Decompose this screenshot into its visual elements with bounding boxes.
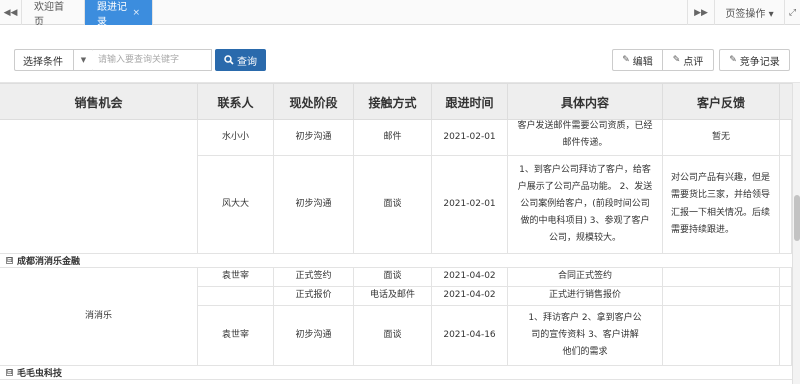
edit-button[interactable]: ✎ 编辑 [612, 49, 663, 71]
filler-cell [780, 268, 792, 287]
contact-cell: 风大大 [198, 156, 274, 254]
tab-prev-button[interactable]: ◀◀ [0, 0, 22, 25]
header-stage[interactable]: 现处阶段 [274, 84, 354, 120]
header-method[interactable]: 接触方式 [354, 84, 432, 120]
method-cell: 面谈 [354, 306, 432, 366]
tab-welcome-label: 欢迎首页 [34, 1, 64, 28]
competitor-record-button-label: 竞争记录 [739, 56, 780, 68]
tab-followup-label: 跟进记录 [97, 1, 127, 28]
chevron-down-icon[interactable]: ▼ [73, 50, 93, 70]
tab-bar: ◀◀ 欢迎首页 跟进记录 × ▶▶ 页签操作 ▾ ⤢ [0, 0, 800, 28]
tab-followup[interactable]: 跟进记录 × [85, 0, 153, 28]
group-title: 毛毛虫科技 [17, 369, 63, 379]
method-cell: 邮件 [354, 120, 432, 156]
method-cell: 面谈 [354, 268, 432, 287]
stage-cell: 正式签约 [274, 268, 354, 287]
scrollbar-thumb[interactable] [794, 195, 800, 241]
table-body: 水小小 初步沟通 邮件 2021-02-01 客户发送邮件需要公司资质，已经邮件… [0, 120, 792, 384]
contact-cell: 袁世宰 [198, 306, 274, 366]
time-cell: 2021-04-02 [432, 268, 508, 287]
search-input[interactable] [93, 49, 212, 71]
filler-cell [780, 306, 792, 366]
opportunity-cell: 消消乐 [0, 268, 198, 366]
stage-cell: 初步沟通 [274, 306, 354, 366]
comment-button[interactable]: ✎ 点评 [662, 49, 714, 71]
condition-select-label: 选择条件 [23, 56, 63, 68]
table-header: 销售机会 联系人 现处阶段 接触方式 跟进时间 具体内容 客户反馈 [0, 83, 792, 120]
header-contact[interactable]: 联系人 [198, 84, 274, 120]
filler-cell [780, 156, 792, 254]
edit-icon: ✎ [622, 55, 630, 65]
tab-welcome[interactable]: 欢迎首页 [22, 0, 85, 28]
query-button[interactable]: 查询 [215, 49, 266, 71]
method-cell: 电话及邮件 [354, 287, 432, 306]
competitor-record-button[interactable]: ✎ 竞争记录 [719, 49, 790, 71]
vertical-scrollbar[interactable] [792, 83, 800, 384]
contact-cell: 水小小 [198, 120, 274, 156]
query-button-label: 查询 [237, 56, 257, 68]
contact-cell: 袁世宰 [198, 268, 274, 287]
stage-cell: 初步沟通 [274, 156, 354, 254]
content-cell: 1、到客户公司拜访了客户，给客户展示了公司产品功能。 2、发送公司案例给客户，(… [508, 156, 663, 254]
content-cell: 合同正式签约 [508, 268, 663, 287]
time-cell: 2021-04-02 [432, 287, 508, 306]
contact-cell [198, 287, 274, 306]
group-row[interactable]: ⊟ 成都消消乐金融 [0, 254, 792, 268]
content-cell: 1、拜访客户 2、拿到客户公司的宣传资料 3、客户讲解他们的需求 [508, 306, 663, 366]
method-cell: 面谈 [354, 156, 432, 254]
collapse-icon[interactable]: ⊟ [6, 369, 13, 376]
header-filler [780, 84, 792, 120]
header-time[interactable]: 跟进时间 [432, 84, 508, 120]
condition-select[interactable]: 选择条件 ▼ [14, 49, 94, 71]
followup-table: 销售机会 联系人 现处阶段 接触方式 跟进时间 具体内容 客户反馈 水小小 初步… [0, 83, 792, 384]
search-icon [224, 55, 234, 65]
stage-cell: 正式报价 [274, 287, 354, 306]
header-feedback[interactable]: 客户反馈 [663, 84, 780, 120]
edit-icon: ✎ [729, 55, 737, 65]
edit-button-label: 编辑 [632, 56, 653, 68]
filler-cell [780, 287, 792, 306]
feedback-cell: 暂无 [663, 120, 780, 156]
feedback-cell [663, 306, 780, 366]
comment-icon: ✎ [672, 55, 681, 65]
collapse-icon[interactable]: ⊟ [6, 257, 13, 264]
header-content[interactable]: 具体内容 [508, 84, 663, 120]
feedback-cell: 对公司产品有兴趣，但是需要货比三家，并给领导汇报一下相关情况。后续需要持续跟进。 [663, 156, 780, 254]
tab-operations-dropdown[interactable]: 页签操作 ▾ [714, 0, 784, 25]
stage-cell: 初步沟通 [274, 120, 354, 156]
time-cell: 2021-04-16 [432, 306, 508, 366]
comment-button-label: 点评 [683, 56, 704, 68]
close-icon[interactable]: × [132, 8, 140, 18]
content-cell: 客户发送邮件需要公司资质，已经邮件传递。 [508, 120, 663, 156]
toolbar: 选择条件 ▼ 查询 ✎ 编辑 ✎ 点评 ✎ 竞争记录 [0, 25, 800, 83]
fullscreen-icon[interactable]: ⤢ [784, 0, 800, 25]
time-cell: 2021-02-01 [432, 120, 508, 156]
time-cell: 2021-02-01 [432, 156, 508, 254]
group-title: 成都消消乐金融 [17, 257, 81, 267]
group-row[interactable]: ⊟ 毛毛虫科技 [0, 366, 792, 380]
feedback-cell [663, 268, 780, 287]
header-opportunity[interactable]: 销售机会 [0, 84, 198, 120]
content-cell: 正式进行销售报价 [508, 287, 663, 306]
tab-next-button[interactable]: ▶▶ [687, 0, 714, 25]
filler-cell [780, 120, 792, 156]
feedback-cell [663, 287, 780, 306]
opportunity-cell [0, 120, 198, 254]
